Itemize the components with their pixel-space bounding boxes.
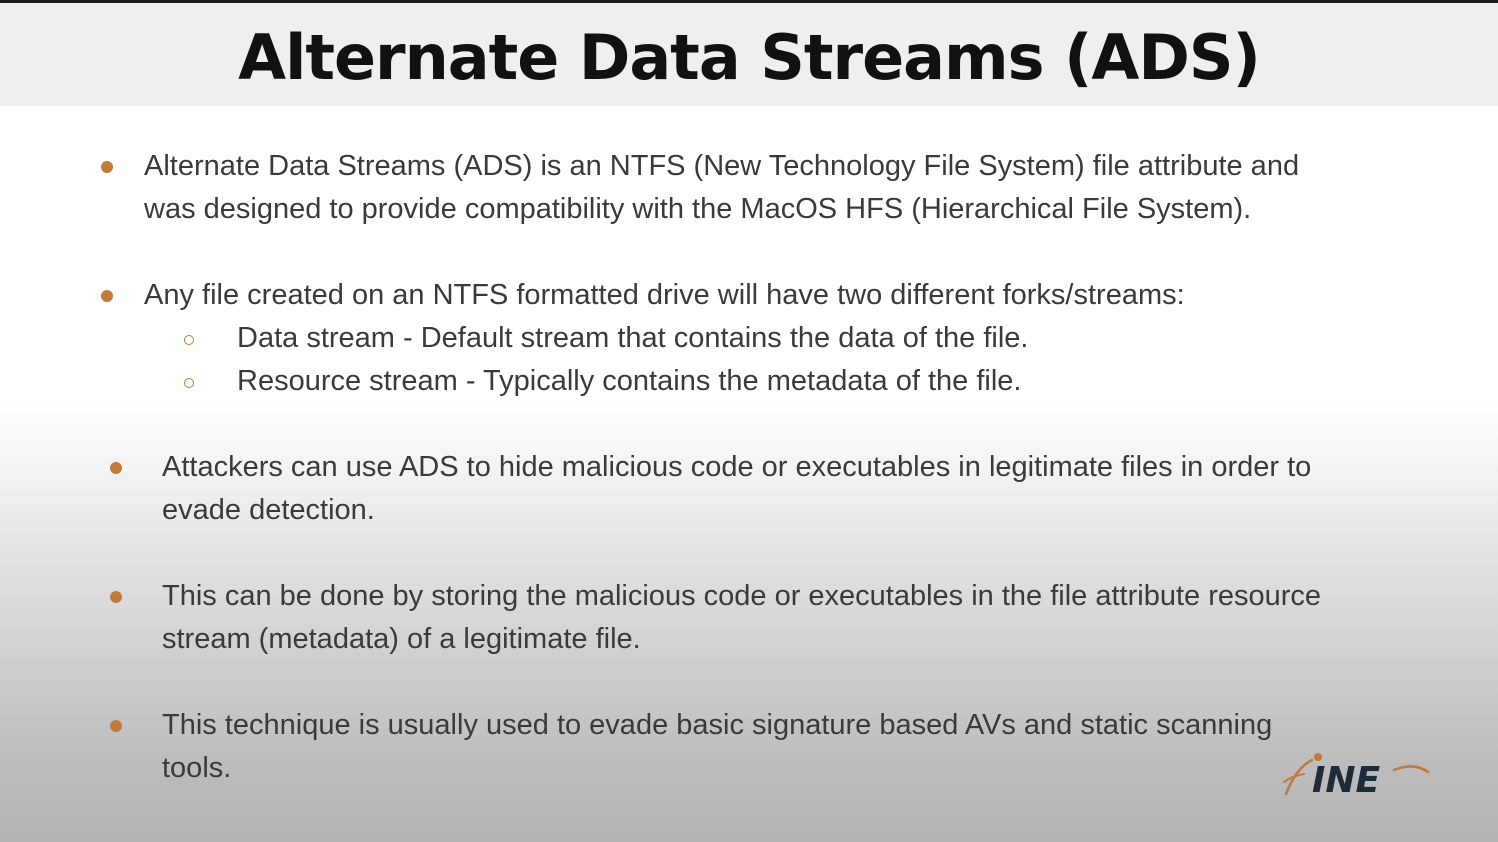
bullet-dot-icon xyxy=(110,720,122,732)
bullet-line: evade detection. xyxy=(162,494,375,526)
sub-item-text: Resource stream - Typically contains the… xyxy=(237,365,1022,397)
bullet-line: was designed to provide compatibility wi… xyxy=(144,193,1252,225)
bullet-dot-icon xyxy=(110,462,122,474)
bullet-dot-icon xyxy=(110,591,122,603)
slide-title: Alternate Data Streams (ADS) xyxy=(238,21,1261,94)
bullet-line: tools. xyxy=(162,752,232,784)
sub-bullet-ring-icon xyxy=(184,335,194,345)
sub-bullet-ring-icon xyxy=(184,378,194,388)
slide: Alternate Data Streams (ADS) Alternate D… xyxy=(0,0,1498,842)
bullet-line: Attackers can use ADS to hide malicious … xyxy=(162,451,1312,483)
bullet-line: Alternate Data Streams (ADS) is an NTFS … xyxy=(144,150,1300,182)
bullet-line: This technique is usually used to evade … xyxy=(162,709,1273,741)
ine-logo-icon: INE xyxy=(1283,753,1430,800)
bullet-line: This can be done by storing the maliciou… xyxy=(162,580,1322,612)
bullet-dot-icon xyxy=(101,290,113,302)
sub-item-text: Data stream - Default stream that contai… xyxy=(237,322,1029,354)
bullet-line: Any file created on an NTFS formatted dr… xyxy=(144,279,1185,311)
logo-text: INE xyxy=(1312,760,1381,800)
bullet-dot-icon xyxy=(101,161,113,173)
bullet-line: stream (metadata) of a legitimate file. xyxy=(162,623,641,655)
